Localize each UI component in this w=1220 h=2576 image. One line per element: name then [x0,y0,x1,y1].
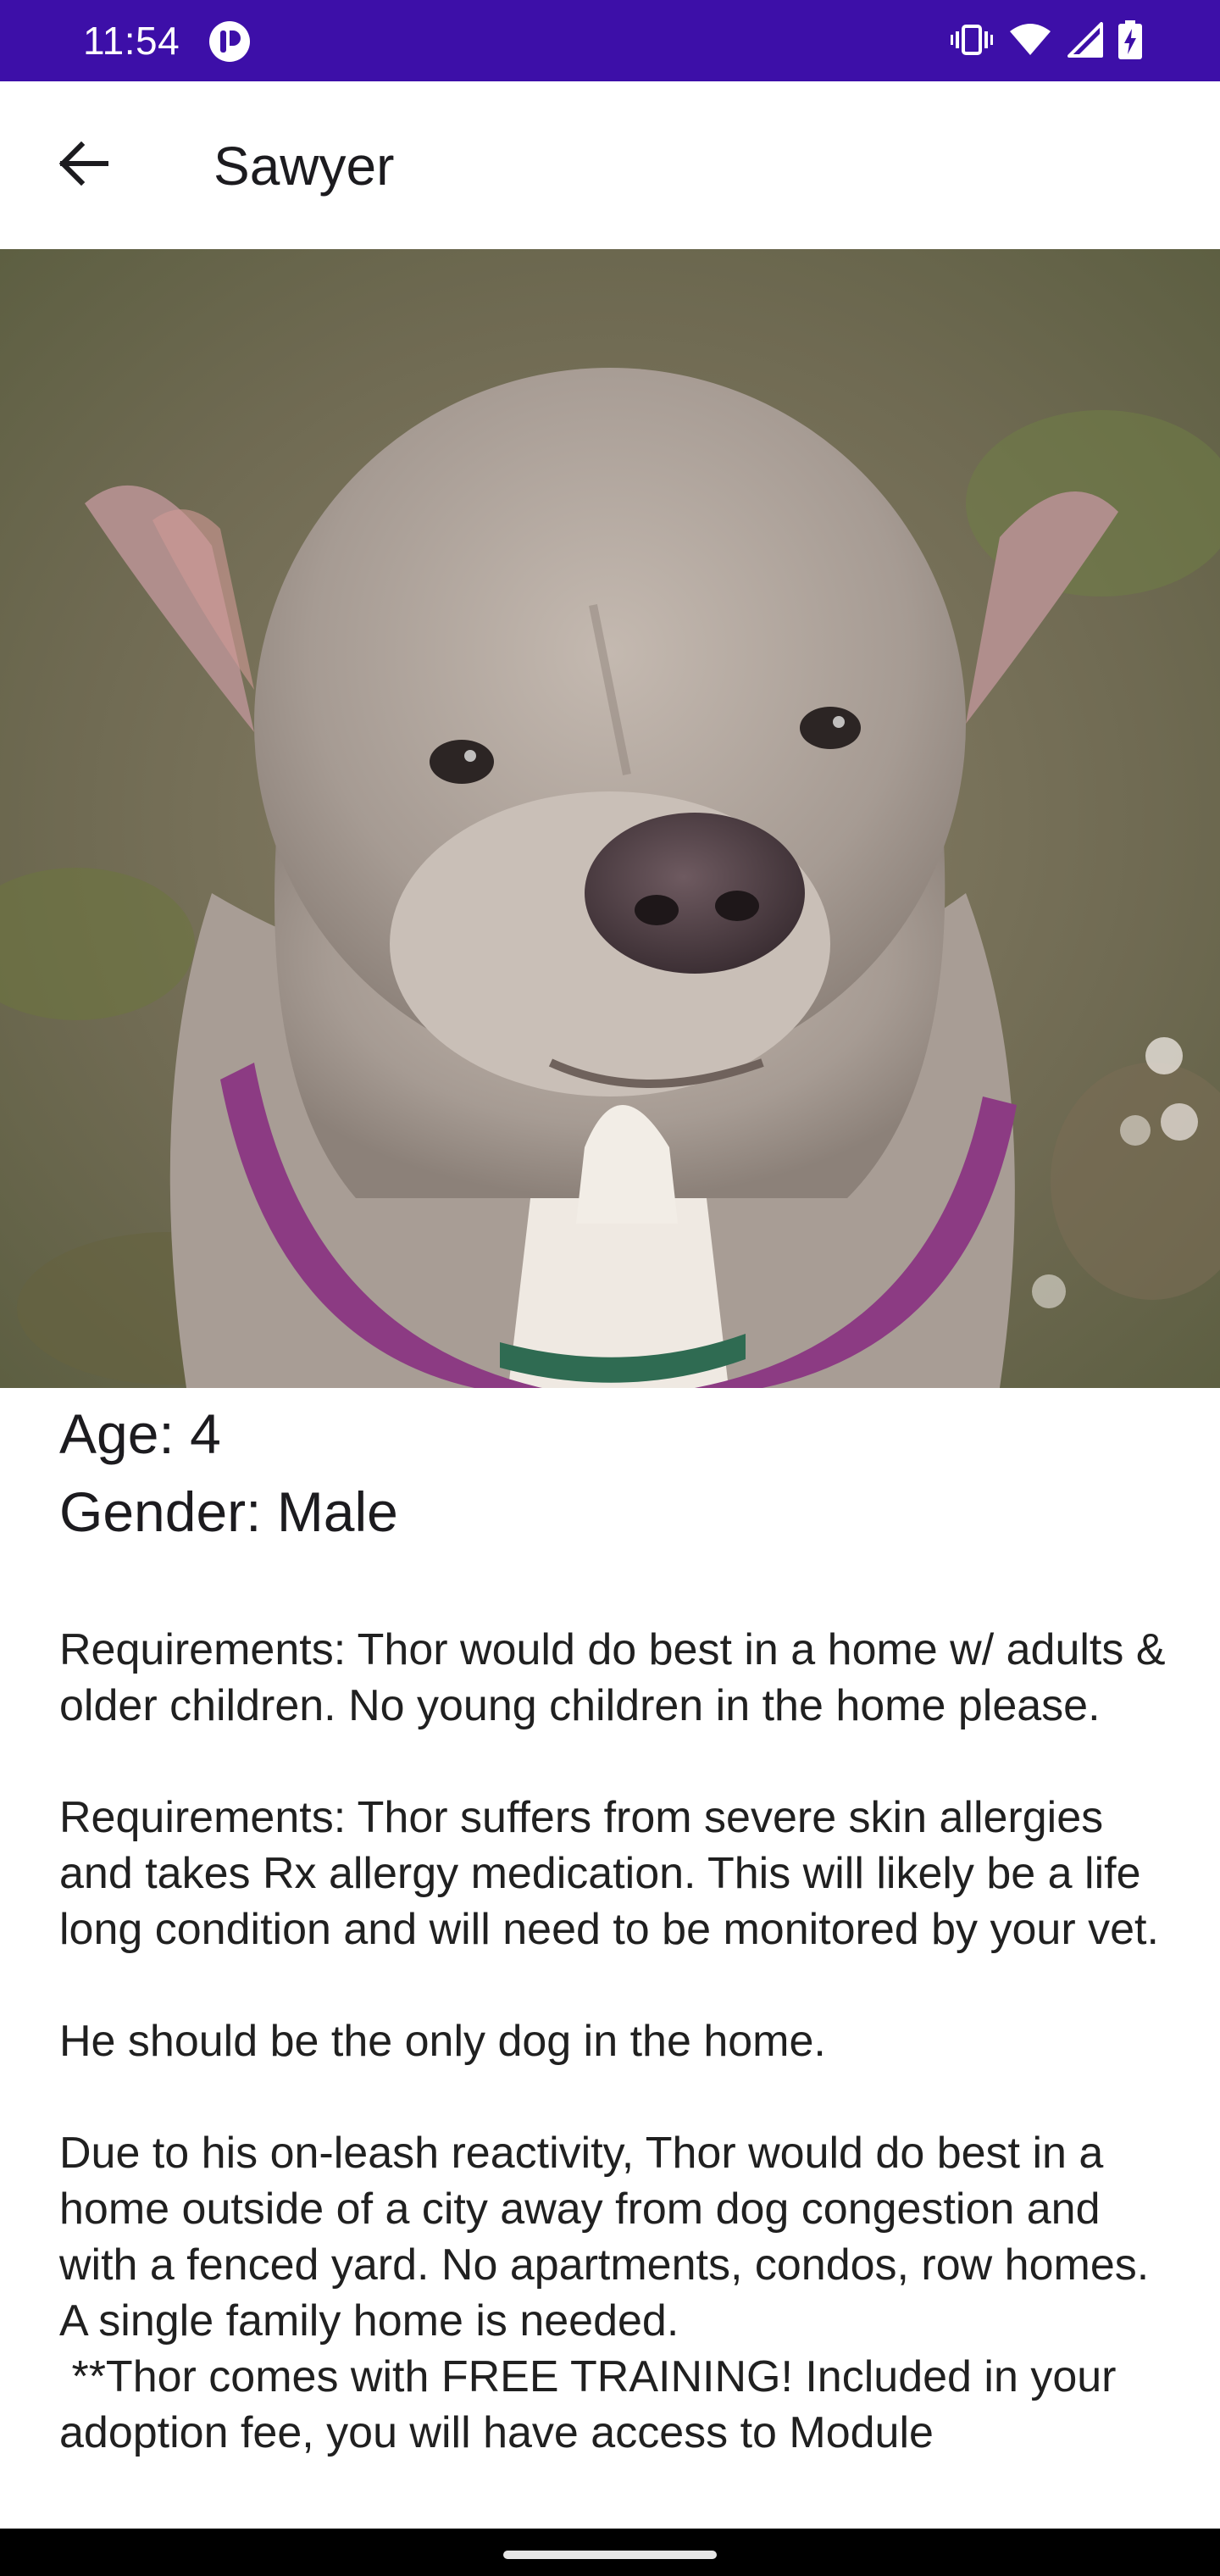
gender-label: Gender: Male [59,1480,398,1543]
status-bar: 11:54 [0,0,1220,81]
pet-detail-screen: 11:54 Sawyer Age: 4 Gender: Male Require… [0,0,1220,2576]
age-label: Age: 4 [59,1402,221,1465]
description-text: Requirements: Thor would do best in a ho… [59,1625,1166,2457]
back-button[interactable] [44,127,120,203]
app-bar: Sawyer [0,81,1220,249]
status-time: 11:54 [83,19,180,63]
page-title: Sawyer [214,136,395,197]
app-notification-icon [208,20,251,63]
wifi-icon [1008,23,1052,61]
arrow-back-icon [56,141,109,190]
dog-photo [0,249,1220,1388]
gesture-handle[interactable] [503,2551,717,2559]
battery-charging-icon [1118,19,1142,64]
signal-icon [1068,21,1103,62]
navigation-bar [0,2529,1220,2576]
status-icons [951,19,1142,64]
pet-details: Age: 4 Gender: Male Requirements: Thor w… [59,1395,1169,2461]
vibrate-icon [951,23,993,61]
